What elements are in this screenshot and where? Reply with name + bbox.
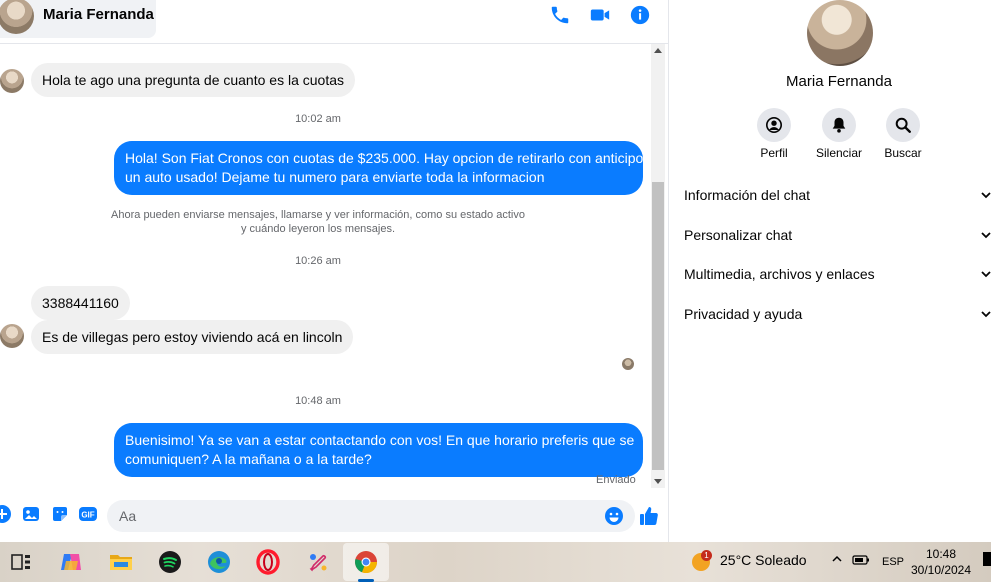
incoming-message: 3388441160 xyxy=(31,286,130,320)
message-input[interactable] xyxy=(107,500,635,532)
windows-taskbar: 1 25°C Soleado ESP 10:48 30/10/2024 xyxy=(0,542,991,582)
message-line: un auto usado! Dejame tu numero para env… xyxy=(125,169,545,185)
message-line: Hola! Son Fiat Cronos con cuotas de $235… xyxy=(125,150,650,166)
section-customize-chat[interactable]: Personalizar chat xyxy=(684,227,991,247)
outgoing-message: Buenisimo! Ya se van a estar contactando… xyxy=(114,423,643,477)
sender-avatar xyxy=(0,69,24,93)
contact-avatar xyxy=(0,0,34,34)
system-notice-line: Ahora pueden enviarse mensajes, llamarse… xyxy=(111,209,525,221)
section-chat-info[interactable]: Información del chat xyxy=(684,187,991,207)
sticker-icon[interactable] xyxy=(50,504,70,524)
conversation-info-panel: Maria Fernanda Perfil Silenciar Buscar I… xyxy=(668,0,991,542)
sender-avatar xyxy=(0,324,24,348)
profile-name: Maria Fernanda xyxy=(786,73,892,90)
scroll-down-arrow-icon[interactable] xyxy=(654,479,662,484)
message-list: Hola te ago una pregunta de cuanto es la… xyxy=(0,44,650,488)
sent-status: Enviado xyxy=(596,474,636,486)
incoming-message: Hola te ago una pregunta de cuanto es la… xyxy=(31,63,355,97)
gif-icon[interactable]: GIF xyxy=(78,504,98,524)
chrome-icon[interactable] xyxy=(353,549,379,575)
info-icon[interactable] xyxy=(629,4,651,26)
system-notice: Ahora pueden enviarse mensajes, llamarse… xyxy=(98,208,538,236)
composer: GIF xyxy=(0,492,668,542)
task-view-icon[interactable] xyxy=(8,549,34,575)
message-scrollbar[interactable] xyxy=(651,44,665,488)
system-notice-line: y cuándo leyeron los mensajes. xyxy=(240,223,396,235)
phone-icon[interactable] xyxy=(549,4,571,26)
outgoing-message: Hola! Son Fiat Cronos con cuotas de $235… xyxy=(114,141,650,195)
clock-time: 10:48 xyxy=(925,547,957,561)
plus-circle-icon[interactable] xyxy=(0,504,12,524)
bell-icon xyxy=(822,108,856,142)
clock-date: 30/10/2024 xyxy=(910,563,972,577)
message-line: comuniquen? A la mañana o a la tarde? xyxy=(125,451,372,467)
chevron-down-icon xyxy=(981,311,991,318)
timestamp: 10:02 am xyxy=(295,113,341,125)
section-media-files-links[interactable]: Multimedia, archivos y enlaces xyxy=(684,266,991,286)
opera-icon[interactable] xyxy=(255,549,281,575)
messenger-window: Maria Fernanda Hola te ago una pregunta … xyxy=(0,0,991,542)
mute-button[interactable]: Silenciar xyxy=(809,108,869,160)
weather-badge: 1 xyxy=(701,550,712,561)
spotify-icon[interactable] xyxy=(157,549,183,575)
battery-icon[interactable] xyxy=(852,554,870,569)
edge-icon[interactable] xyxy=(206,549,232,575)
copilot-icon[interactable] xyxy=(58,549,84,575)
chat-header: Maria Fernanda xyxy=(0,0,668,44)
contact-name: Maria Fernanda xyxy=(43,6,154,23)
scroll-thumb[interactable] xyxy=(652,182,664,470)
chevron-down-icon xyxy=(981,232,991,239)
timestamp: 10:48 am xyxy=(295,395,341,407)
gif-label: GIF xyxy=(81,511,94,520)
profile-avatar[interactable] xyxy=(807,0,873,66)
weather-text[interactable]: 25°C Soleado xyxy=(720,552,807,568)
system-clock[interactable]: 10:48 30/10/2024 xyxy=(905,546,977,578)
timestamp: 10:26 am xyxy=(295,255,341,267)
section-label: Privacidad y ayuda xyxy=(684,306,803,322)
scroll-up-arrow-icon[interactable] xyxy=(654,48,662,53)
section-label: Multimedia, archivos y enlaces xyxy=(684,266,875,282)
notification-icon[interactable] xyxy=(983,552,991,566)
thumbs-up-icon[interactable] xyxy=(638,505,660,527)
profile-icon xyxy=(757,108,791,142)
paint-icon[interactable] xyxy=(305,549,331,575)
mute-label: Silenciar xyxy=(815,146,863,160)
incoming-message: Es de villegas pero estoy viviendo acá e… xyxy=(31,320,354,354)
language-indicator[interactable]: ESP xyxy=(882,556,904,568)
message-line: Buenisimo! Ya se van a estar contactando… xyxy=(125,432,635,448)
section-label: Personalizar chat xyxy=(684,227,793,243)
section-privacy-help[interactable]: Privacidad y ayuda xyxy=(684,306,991,326)
photo-icon[interactable] xyxy=(21,504,41,524)
video-camera-icon[interactable] xyxy=(589,4,611,26)
read-receipt-avatar xyxy=(622,358,634,370)
profile-button[interactable]: Perfil xyxy=(744,108,804,160)
emoji-icon[interactable] xyxy=(604,506,624,526)
show-hidden-icons-chevron-icon[interactable] xyxy=(831,553,843,568)
search-button[interactable]: Buscar xyxy=(873,108,933,160)
profile-label: Perfil xyxy=(760,146,788,160)
search-icon xyxy=(886,108,920,142)
contact-chip[interactable]: Maria Fernanda xyxy=(0,0,156,38)
chevron-down-icon xyxy=(981,271,991,278)
section-label: Información del chat xyxy=(684,187,811,203)
search-label: Buscar xyxy=(884,146,922,160)
chevron-down-icon xyxy=(981,192,991,199)
file-explorer-icon[interactable] xyxy=(108,549,134,575)
